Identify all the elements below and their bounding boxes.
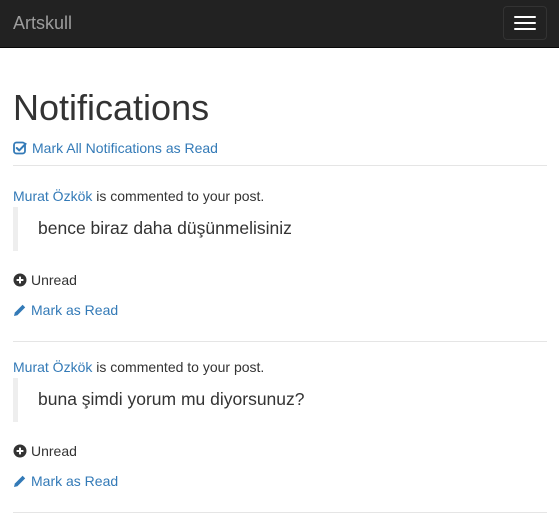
- mark-all-read-label: Mark All Notifications as Read: [32, 140, 218, 156]
- hamburger-icon: [514, 28, 536, 30]
- check-square-icon: [13, 141, 27, 155]
- divider: [13, 512, 547, 513]
- page-title: Notifications: [13, 87, 210, 128]
- user-link[interactable]: Murat Özkök: [13, 359, 92, 375]
- comment-quote: bence biraz daha düşünmelisiniz: [13, 207, 547, 251]
- brand-link[interactable]: Artskull: [13, 13, 72, 33]
- plus-circle-icon: [13, 444, 27, 458]
- user-link[interactable]: Murat Özkök: [13, 188, 92, 204]
- mark-as-read-label: Mark as Read: [31, 302, 119, 318]
- comment-quote: buna şimdi yorum mu diyorsunuz?: [13, 378, 547, 422]
- notification-item: Murat Özkök is commented to your post. b…: [13, 357, 547, 528]
- status-badge: Unread: [13, 270, 77, 290]
- status-label: Unread: [31, 443, 77, 459]
- hamburger-icon: [514, 22, 536, 24]
- hamburger-icon: [514, 16, 536, 18]
- top-navbar: Artskull: [0, 0, 559, 48]
- action-text: is commented to your post.: [92, 188, 265, 204]
- divider: [13, 341, 547, 342]
- notification-text: Murat Özkök is commented to your post.: [13, 186, 264, 206]
- action-text: is commented to your post.: [92, 359, 265, 375]
- mark-as-read-label: Mark as Read: [31, 473, 119, 489]
- status-badge: Unread: [13, 441, 77, 461]
- mark-all-read-link[interactable]: Mark All Notifications as Read: [13, 138, 218, 158]
- plus-circle-icon: [13, 273, 27, 287]
- pencil-icon: [14, 475, 26, 487]
- notification-item: Murat Özkök is commented to your post. b…: [13, 186, 547, 357]
- menu-toggle-button[interactable]: [503, 6, 547, 40]
- mark-as-read-link[interactable]: Mark as Read: [13, 471, 118, 491]
- divider: [13, 165, 547, 166]
- pencil-icon: [14, 304, 26, 316]
- notification-text: Murat Özkök is commented to your post.: [13, 357, 264, 377]
- mark-as-read-link[interactable]: Mark as Read: [13, 300, 118, 320]
- status-label: Unread: [31, 272, 77, 288]
